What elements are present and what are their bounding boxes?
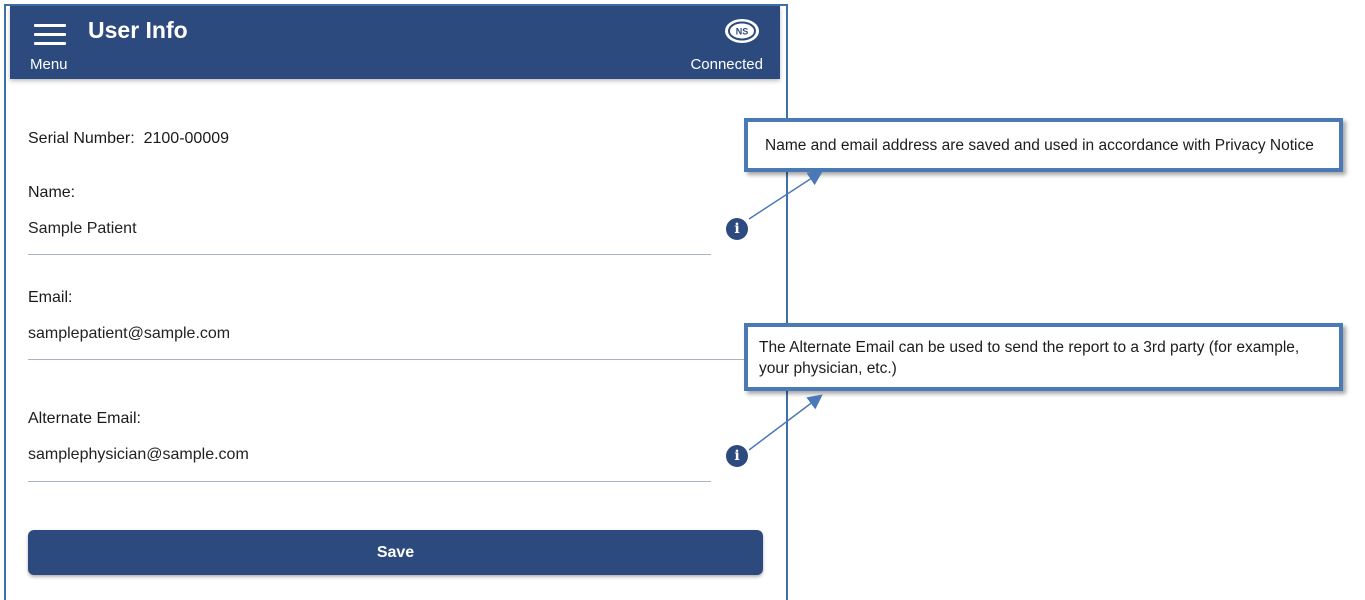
menu-icon[interactable] [34,22,66,46]
email-label: Email: [28,289,73,306]
logo-text: NS [736,27,749,37]
serial-number-row: Serial Number: 2100-00009 [28,130,229,148]
email-field[interactable]: samplepatient@sample.com [28,325,230,343]
save-button[interactable]: Save [28,530,763,575]
name-privacy-callout: Name and email address are saved and use… [744,118,1343,172]
app-header: User Info Menu NS Connected [10,6,780,79]
ns-logo-icon: NS [725,19,759,43]
serial-value: 2100-00009 [143,130,230,147]
alt-email-field[interactable]: samplephysician@sample.com [28,446,249,464]
name-label: Name: [28,184,76,201]
serial-label: Serial Number: [28,130,135,147]
alt-email-info-icon[interactable]: i [726,445,748,467]
name-field-underline [28,254,711,255]
alt-email-field-underline [28,481,711,482]
alt-email-callout-text: The Alternate Email can be used to send … [759,339,1300,377]
alt-email-callout: The Alternate Email can be used to send … [744,323,1343,391]
name-info-icon[interactable]: i [726,218,748,240]
email-field-underline [28,359,748,360]
name-field[interactable]: Sample Patient [28,220,137,238]
app-frame [4,4,788,600]
menu-label[interactable]: Menu [30,56,68,73]
alt-email-label: Alternate Email: [28,410,141,427]
page-title: User Info [88,17,188,43]
name-callout-text: Name and email address are saved and use… [765,137,1314,154]
connection-status: Connected [690,56,763,73]
